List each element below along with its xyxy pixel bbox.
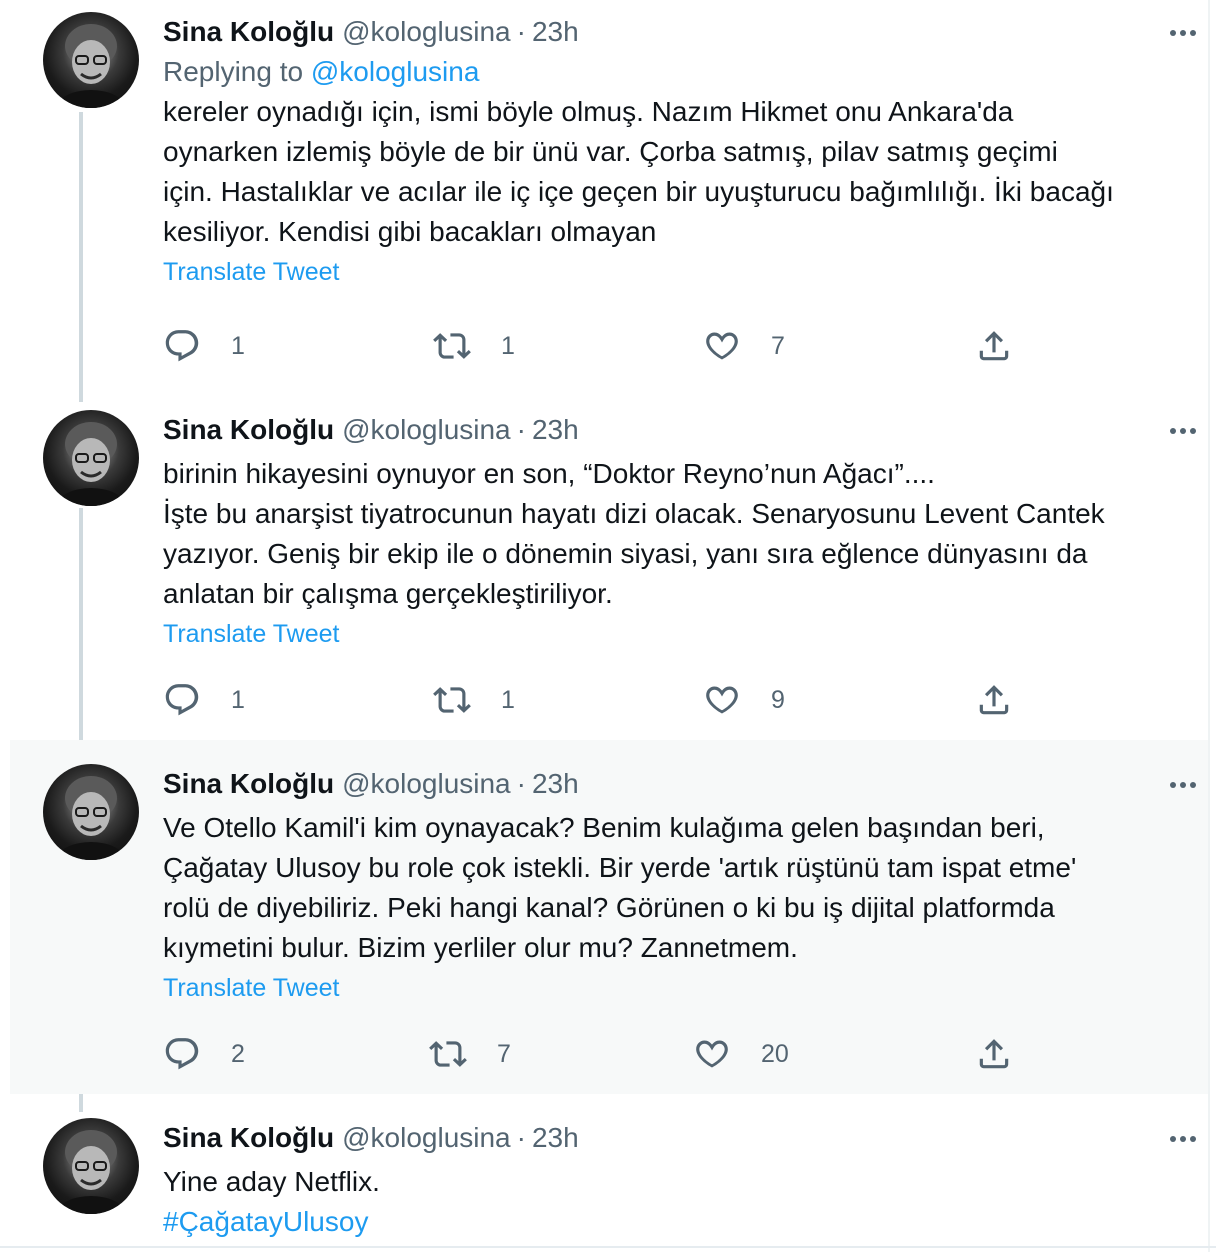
avatar[interactable] bbox=[43, 12, 139, 108]
share-button[interactable] bbox=[975, 326, 1013, 366]
like-button[interactable]: 20 bbox=[693, 1034, 789, 1074]
tweet-actions: 1 1 7 bbox=[163, 326, 1043, 366]
avatar[interactable] bbox=[43, 410, 139, 506]
replying-to: Replying to @kologlusina bbox=[163, 56, 1184, 88]
retweet-count: 1 bbox=[501, 685, 515, 714]
tweet-header: Sina Koloğlu @kologlusina · 23h bbox=[163, 1118, 1184, 1158]
tweet-header: Sina Koloğlu @kologlusina · 23h bbox=[163, 764, 1184, 804]
more-icon[interactable] bbox=[1170, 782, 1196, 788]
author-handle[interactable]: @kologlusina bbox=[342, 16, 511, 48]
tweet[interactable]: Sina Koloğlu @kologlusina · 23h Replying… bbox=[10, 0, 1208, 390]
like-count: 9 bbox=[771, 685, 785, 714]
retweet-button[interactable]: 7 bbox=[429, 1034, 511, 1074]
timestamp[interactable]: 23h bbox=[532, 414, 579, 446]
replying-to-link[interactable]: @kologlusina bbox=[311, 56, 480, 87]
retweet-count: 7 bbox=[497, 1039, 511, 1068]
retweet-icon bbox=[433, 333, 471, 359]
author-handle[interactable]: @kologlusina bbox=[342, 414, 511, 446]
avatar[interactable] bbox=[43, 764, 139, 860]
separator-dot: · bbox=[516, 414, 526, 445]
retweet-button[interactable]: 1 bbox=[433, 326, 515, 366]
share-icon bbox=[979, 1039, 1009, 1069]
like-icon bbox=[696, 1040, 728, 1068]
reply-button[interactable]: 1 bbox=[163, 326, 245, 366]
translate-tweet-link[interactable]: Translate Tweet bbox=[163, 974, 339, 1003]
frame-border-right bbox=[1208, 0, 1210, 1252]
author-name[interactable]: Sina Koloğlu bbox=[163, 414, 334, 446]
share-button[interactable] bbox=[975, 1034, 1013, 1074]
reply-icon bbox=[165, 1038, 199, 1070]
timestamp[interactable]: 23h bbox=[532, 1122, 579, 1154]
hashtag-link[interactable]: #ÇağatayUlusoy bbox=[163, 1202, 1184, 1242]
reply-count: 2 bbox=[231, 1039, 245, 1068]
translate-tweet-link[interactable]: Translate Tweet bbox=[163, 258, 339, 287]
separator-dot: · bbox=[516, 1122, 526, 1153]
tweet-header: Sina Koloğlu @kologlusina · 23h bbox=[163, 12, 1184, 52]
share-icon bbox=[979, 685, 1009, 715]
share-icon bbox=[979, 331, 1009, 361]
timestamp[interactable]: 23h bbox=[532, 16, 579, 48]
tweet-actions: 2 7 20 bbox=[163, 1034, 1043, 1074]
like-icon bbox=[706, 686, 738, 714]
more-icon[interactable] bbox=[1170, 428, 1196, 434]
author-name[interactable]: Sina Koloğlu bbox=[163, 1122, 334, 1154]
like-icon bbox=[706, 332, 738, 360]
tweet-text: Yine aday Netflix. bbox=[163, 1166, 380, 1197]
replying-prefix: Replying to bbox=[163, 56, 311, 87]
like-button[interactable]: 7 bbox=[703, 326, 785, 366]
tweet[interactable]: Sina Koloğlu @kologlusina · 23h birinin … bbox=[10, 398, 1208, 740]
more-icon[interactable] bbox=[1170, 1136, 1196, 1142]
reply-icon bbox=[165, 330, 199, 362]
separator-dot: · bbox=[516, 16, 526, 47]
author-name[interactable]: Sina Koloğlu bbox=[163, 768, 334, 800]
reply-button[interactable]: 2 bbox=[163, 1034, 245, 1074]
retweet-icon bbox=[429, 1041, 467, 1067]
timestamp[interactable]: 23h bbox=[532, 768, 579, 800]
reply-count: 1 bbox=[231, 331, 245, 360]
separator-dot: · bbox=[516, 768, 526, 799]
reply-count: 1 bbox=[231, 685, 245, 714]
avatar[interactable] bbox=[43, 1118, 139, 1214]
tweet-actions: 1 1 9 bbox=[163, 680, 1043, 720]
retweet-icon bbox=[433, 687, 471, 713]
translate-tweet-link[interactable]: Translate Tweet bbox=[163, 620, 339, 649]
frame-border-bottom bbox=[0, 1246, 1216, 1248]
tweet-text: birinin hikayesini oynuyor en son, “Dokt… bbox=[163, 458, 1105, 609]
tweet[interactable]: Sina Koloğlu @kologlusina · 23h Yine ada… bbox=[10, 1106, 1208, 1246]
tweet-text: Ve Otello Kamil'i kim oynayacak? Benim k… bbox=[163, 812, 1077, 963]
reply-button[interactable]: 1 bbox=[163, 680, 245, 720]
author-handle[interactable]: @kologlusina bbox=[342, 1122, 511, 1154]
more-icon[interactable] bbox=[1170, 30, 1196, 36]
retweet-count: 1 bbox=[501, 331, 515, 360]
author-handle[interactable]: @kologlusina bbox=[342, 768, 511, 800]
like-count: 7 bbox=[771, 331, 785, 360]
tweet[interactable]: Sina Koloğlu @kologlusina · 23h Ve Otell… bbox=[10, 740, 1208, 1094]
like-count: 20 bbox=[761, 1039, 789, 1068]
tweet-text: kereler oynadığı için, ismi böyle olmuş.… bbox=[163, 96, 1114, 247]
reply-icon bbox=[165, 684, 199, 716]
tweet-header: Sina Koloğlu @kologlusina · 23h bbox=[163, 410, 1184, 450]
like-button[interactable]: 9 bbox=[703, 680, 785, 720]
share-button[interactable] bbox=[975, 680, 1013, 720]
author-name[interactable]: Sina Koloğlu bbox=[163, 16, 334, 48]
retweet-button[interactable]: 1 bbox=[433, 680, 515, 720]
